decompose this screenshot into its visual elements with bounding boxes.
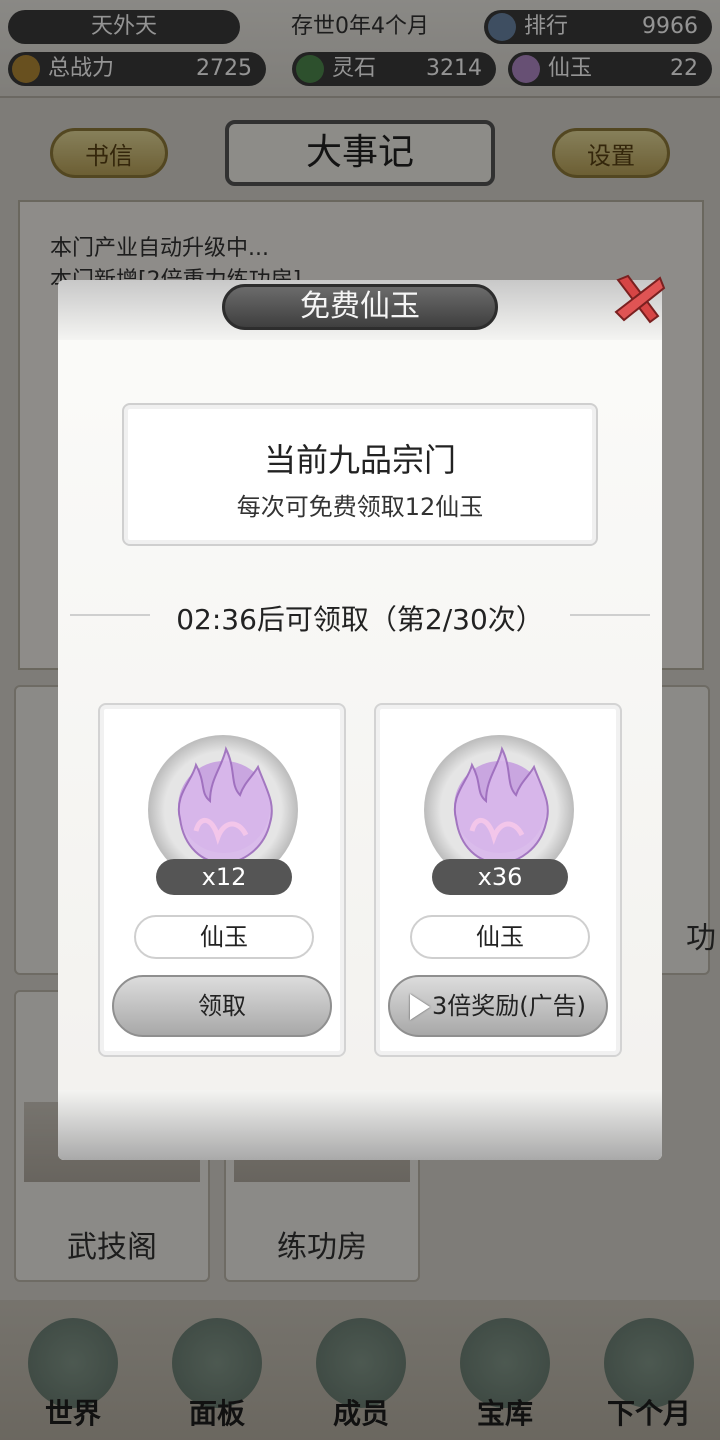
reward-card-ad: x36 仙玉 3倍奖励(广告) (374, 703, 622, 1057)
sect-rank-text: 当前九品宗门 (263, 441, 456, 479)
play-icon (410, 994, 430, 1020)
reward-card-free: x12 仙玉 领取 (98, 703, 346, 1057)
dialog-title: 免费仙玉 (222, 284, 498, 330)
close-icon (614, 274, 666, 324)
reward-quantity: x12 (156, 859, 292, 895)
sect-info-box: 当前九品宗门 每次可免费领取12仙玉 (122, 403, 598, 546)
cooldown-timer: 02:36后可领取（第2/30次） (176, 603, 544, 636)
reward-item-name: 仙玉 (134, 915, 314, 959)
triple-reward-label: 3倍奖励(广告) (432, 992, 586, 1020)
reward-item-name: 仙玉 (410, 915, 590, 959)
close-button[interactable] (610, 270, 668, 328)
free-claim-description: 每次可免费领取12仙玉 (236, 493, 484, 521)
triple-reward-ad-button[interactable]: 3倍奖励(广告) (388, 975, 608, 1037)
claim-button[interactable]: 领取 (112, 975, 332, 1037)
jade-flame-icon (177, 746, 273, 865)
jade-flame-icon (453, 746, 549, 865)
cooldown-row: 02:36后可领取（第2/30次） (70, 588, 650, 648)
ink-band-bottom (58, 1090, 662, 1160)
reward-quantity: x36 (432, 859, 568, 895)
